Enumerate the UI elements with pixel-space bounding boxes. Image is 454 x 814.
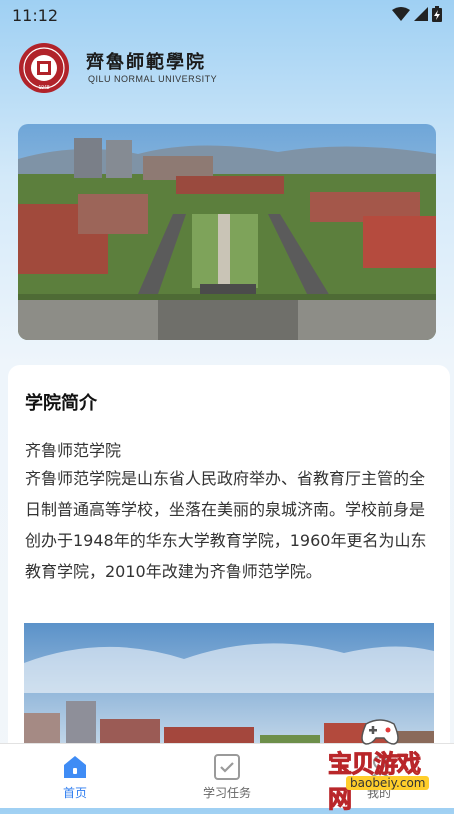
tab-tasks-label: 学习任务 bbox=[202, 786, 251, 800]
signal-icon bbox=[414, 7, 428, 21]
status-bar: 11:12 bbox=[0, 0, 454, 30]
home-icon bbox=[64, 756, 86, 778]
school-name-en: QILU NORMAL UNIVERSITY bbox=[88, 74, 218, 84]
intro-school-name: 齐鲁师范学院 bbox=[25, 441, 122, 460]
school-name-cn: 齊魯師範學院 bbox=[86, 52, 206, 73]
app-header: 1948 齊魯師範學院 QILU NORMAL UNIVERSITY bbox=[18, 42, 438, 94]
svg-text:1948: 1948 bbox=[38, 85, 49, 91]
status-time: 11:12 bbox=[12, 6, 59, 25]
intro-title: 学院简介 bbox=[25, 393, 97, 414]
tab-tasks[interactable]: 学习任务 bbox=[172, 744, 282, 808]
battery-icon bbox=[432, 6, 442, 22]
watermark: 宝贝游戏网 baobeiy.com bbox=[328, 716, 438, 814]
campus-aerial-photo bbox=[18, 124, 436, 340]
wifi-icon bbox=[392, 7, 410, 21]
gamepad-icon bbox=[361, 719, 399, 745]
watermark-url: baobeiy.com bbox=[346, 776, 430, 790]
status-icons bbox=[392, 6, 442, 22]
tab-home[interactable]: 首页 bbox=[20, 744, 130, 808]
school-logo: 1948 bbox=[19, 43, 69, 93]
intro-description: 齐鲁师范学院是山东省人民政府举办、省教育厅主管的全日制普通高等学校，坐落在美丽的… bbox=[25, 469, 427, 581]
intro-card: 学院简介 齐鲁师范学院 齐鲁师范学院是山东省人民政府举办、省教育厅主管的全日制普… bbox=[8, 365, 450, 765]
banner-image[interactable] bbox=[18, 124, 436, 340]
tab-home-label: 首页 bbox=[62, 786, 87, 800]
checkbox-icon bbox=[214, 754, 240, 780]
